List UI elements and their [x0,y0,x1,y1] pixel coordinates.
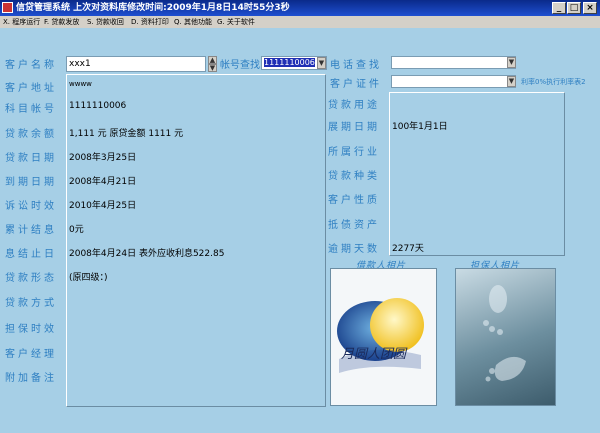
menu-loan-recover[interactable]: S. 贷款收回 [87,16,124,28]
menu-print[interactable]: D. 资料打印 [131,16,169,28]
maximize-button[interactable]: □ [567,2,581,14]
field-value-interest-total: 0元 [69,225,84,235]
cert-dropdown-icon[interactable]: ▼ [507,76,516,87]
borrower-photo-caption: 月圆人团圆 [341,347,407,362]
title-bar: 信贷管理系统 上次对资料库修改时间:2009年1月8日14时55分3秒 _ □ … [0,0,600,16]
field-value-balance: 1,111 元 原贷金额 1111 元 [69,129,184,139]
field-label-loan-date: 贷款日期 [5,153,57,164]
field-value-overdue-days: 2277天 [392,244,424,254]
menu-other[interactable]: Q. 其他功能 [174,16,212,28]
account-dropdown-icon[interactable]: ▼ [317,57,326,69]
menu-program-run[interactable]: X. 程序运行 [3,16,40,28]
footprint-image-icon [483,285,526,382]
field-label-manager: 客户经理 [5,349,57,360]
field-value-loan-date: 2008年3月25日 [69,153,137,163]
field-label-due-date: 到期日期 [5,177,57,188]
field-value-due-date: 2008年4月21日 [69,177,137,187]
account-search-value: 1111110006 [264,58,315,67]
field-value-address: wwww [69,80,92,88]
customer-cert-label: 客户证件 [330,79,382,90]
field-label-debt-asset: 抵债资产 [328,220,380,231]
rate-note: 利率0%执行利率表2 [521,78,586,86]
field-label-remarks: 附加备注 [5,373,57,384]
menu-about[interactable]: G. 关于软件 [217,16,255,28]
minimize-button[interactable]: _ [552,2,566,14]
field-label-loan-type: 贷款种类 [328,171,380,182]
field-label-loan-method: 贷款方式 [5,298,57,309]
close-button[interactable]: × [583,2,597,14]
field-label-interest-end: 息结止日 [5,249,57,260]
field-label-guarantee-term: 担保时效 [5,324,57,335]
field-label-interest-total: 累计结息 [5,225,57,236]
field-value-interest-end: 2008年4月24日 表外应收利息522.85 [69,249,225,259]
phone-search-input[interactable] [391,56,516,69]
loan-detail-panel [389,92,565,256]
moon-image-icon [331,269,436,405]
scroll-up-icon[interactable]: ▲ [208,56,217,64]
field-label-account: 科目帐号 [5,104,57,115]
field-value-limitation: 2010年4月25日 [69,201,137,211]
field-label-purpose: 贷款用途 [328,100,380,111]
app-icon [2,2,13,13]
customer-name-input[interactable]: xxx1 [66,56,206,72]
field-label-address: 客户地址 [5,83,57,94]
field-value-account: 1111110006 [69,101,127,111]
phone-dropdown-icon[interactable]: ▼ [507,57,516,68]
customer-name-label: 客户名称 [5,60,57,71]
customer-info-panel [66,74,326,407]
field-label-limitation: 诉讼时效 [5,201,57,212]
field-value-extension-date: 100年1月1日 [392,122,448,132]
field-label-industry: 所属行业 [328,147,380,158]
phone-search-label: 电话查找 [330,60,382,71]
borrower-photo[interactable]: 月圆人团圆 [330,268,437,406]
customer-cert-input[interactable] [391,75,516,88]
scroll-down-icon[interactable]: ▼ [208,64,217,72]
field-label-overdue-days: 逾期天数 [328,244,380,255]
menu-loan-issue[interactable]: F. 贷款发放 [44,16,79,28]
field-label-extension-date: 展期日期 [328,122,380,133]
field-label-customer-nature: 客户性质 [328,195,380,206]
account-search-label: 帐号查找 [220,60,260,71]
menu-bar: X. 程序运行 F. 贷款发放 S. 贷款收回 D. 资料打印 Q. 其他功能 … [0,16,600,28]
field-value-loan-form: (原四级：) [69,273,108,283]
field-label-loan-form: 贷款形态 [5,273,57,284]
field-label-balance: 贷款余额 [5,129,57,140]
window-title: 信贷管理系统 上次对资料库修改时间:2009年1月8日14时55分3秒 [16,3,290,13]
guarantor-photo[interactable] [455,268,556,406]
